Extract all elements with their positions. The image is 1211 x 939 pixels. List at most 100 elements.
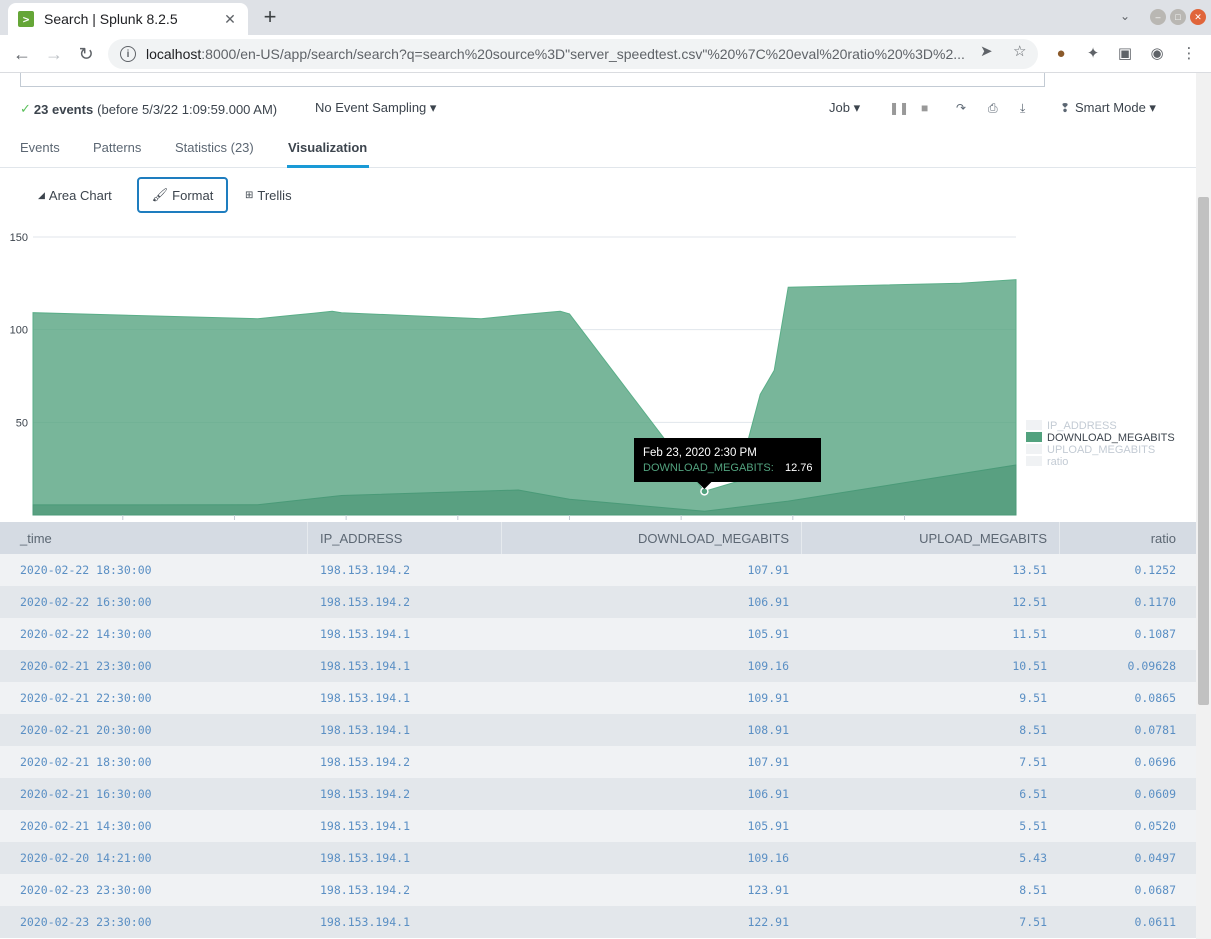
table-row[interactable]: 2020-02-22 18:30:00 198.153.194.2 107.91 13… [0,554,1196,586]
legend-item[interactable]: UPLOAD_MEGABITS [1047,444,1155,456]
share-icon[interactable]: ↷ [956,101,966,115]
cell-ratio[interactable]: 0.1252 [1134,563,1176,577]
stop-icon[interactable]: ■ [921,101,928,115]
new-tab-icon[interactable]: + [258,6,282,30]
area-series-download-megabits[interactable] [32,279,1017,516]
cell-ip[interactable]: 198.153.194.1 [320,851,410,865]
cell-time[interactable]: 2020-02-22 18:30:00 [20,563,152,577]
format-button[interactable]: 🖌︎ Format [137,177,228,213]
site-info-icon[interactable]: i [120,46,136,62]
col-header-upload[interactable]: UPLOAD_MEGABITS [919,531,1047,546]
legend-item[interactable]: DOWNLOAD_MEGABITS [1047,432,1175,444]
cell-download[interactable]: 122.91 [747,915,789,929]
table-row[interactable]: 2020-02-21 22:30:00 198.153.194.1 109.91 9.… [0,682,1196,714]
trellis-button[interactable]: ⊞ Trellis [229,177,308,213]
cell-ratio[interactable]: 0.0781 [1134,723,1176,737]
table-row[interactable]: 2020-02-23 23:30:00 198.153.194.1 122.91 7.… [0,906,1196,938]
browser-menu-icon[interactable]: ⋮ [1179,44,1199,64]
cell-ratio[interactable]: 0.0520 [1134,819,1176,833]
cell-download[interactable]: 109.16 [747,659,789,673]
maximize-icon[interactable]: □ [1170,9,1186,25]
cell-ip[interactable]: 198.153.194.2 [320,883,410,897]
search-bar[interactable] [20,73,1045,87]
cell-ip[interactable]: 198.153.194.1 [320,915,410,929]
cell-ratio[interactable]: 0.0696 [1134,755,1176,769]
cell-upload[interactable]: 5.43 [1019,851,1047,865]
profile-avatar-icon[interactable]: ◉ [1147,44,1167,64]
cell-time[interactable]: 2020-02-21 23:30:00 [20,659,152,673]
table-row[interactable]: 2020-02-21 23:30:00 198.153.194.1 109.16 10… [0,650,1196,682]
tab-events[interactable]: Events [20,140,60,155]
area-chart[interactable]: 1501005012:00 AMFri Feb 21202012:00 PM12… [0,223,1196,582]
scrollbar-thumb[interactable] [1198,197,1209,705]
cell-upload[interactable]: 13.51 [1012,563,1047,577]
cell-upload[interactable]: 7.51 [1019,755,1047,769]
table-row[interactable]: 2020-02-21 16:30:00 198.153.194.2 106.91 6.… [0,778,1196,810]
cell-upload[interactable]: 8.51 [1019,723,1047,737]
table-row[interactable]: 2020-02-20 14:21:00 198.153.194.1 109.16 5.… [0,842,1196,874]
cell-download[interactable]: 109.16 [747,851,789,865]
tab-patterns[interactable]: Patterns [93,140,141,155]
forward-icon[interactable]: → [42,42,66,66]
cell-download[interactable]: 107.91 [747,563,789,577]
tab-statistics[interactable]: Statistics (23) [175,140,254,155]
cell-ip[interactable]: 198.153.194.1 [320,723,410,737]
cell-download[interactable]: 105.91 [747,627,789,641]
cell-ratio[interactable]: 0.0611 [1134,915,1176,929]
col-header-ratio[interactable]: ratio [1151,531,1176,546]
url-text[interactable]: localhost:8000/en-US/app/search/search?q… [146,46,976,62]
cell-ratio[interactable]: 0.1087 [1134,627,1176,641]
table-row[interactable]: 2020-02-22 16:30:00 198.153.194.2 106.91 12… [0,586,1196,618]
cell-upload[interactable]: 12.51 [1012,595,1047,609]
cell-download[interactable]: 108.91 [747,723,789,737]
cell-time[interactable]: 2020-02-21 20:30:00 [20,723,152,737]
legend-item[interactable]: IP_ADDRESS [1047,420,1117,432]
cell-time[interactable]: 2020-02-20 14:21:00 [20,851,152,865]
table-row[interactable]: 2020-02-21 18:30:00 198.153.194.2 107.91 7.… [0,746,1196,778]
cell-download[interactable]: 106.91 [747,787,789,801]
cell-time[interactable]: 2020-02-22 14:30:00 [20,627,152,641]
cell-time[interactable]: 2020-02-21 18:30:00 [20,755,152,769]
table-row[interactable]: 2020-02-21 20:30:00 198.153.194.1 108.91 8.… [0,714,1196,746]
table-row[interactable]: 2020-02-23 23:30:00 198.153.194.2 123.91 8.… [0,874,1196,906]
cell-ratio[interactable]: 0.0497 [1134,851,1176,865]
cell-upload[interactable]: 7.51 [1019,915,1047,929]
cell-ip[interactable]: 198.153.194.2 [320,595,410,609]
job-menu[interactable]: Job ▾ [829,100,860,116]
cell-upload[interactable]: 5.51 [1019,819,1047,833]
search-mode-dropdown[interactable]: Smart Mode ▾ [1075,100,1156,116]
event-sampling-dropdown[interactable]: No Event Sampling ▾ [315,100,436,116]
tab-visualization[interactable]: Visualization [288,140,367,155]
cell-upload[interactable]: 8.51 [1019,883,1047,897]
cell-download[interactable]: 109.91 [747,691,789,705]
cell-download[interactable]: 123.91 [747,883,789,897]
cell-ratio[interactable]: 0.0865 [1134,691,1176,705]
close-window-icon[interactable]: ✕ [1190,9,1206,25]
cell-download[interactable]: 105.91 [747,819,789,833]
send-icon[interactable]: ➤ [980,42,993,60]
cell-ip[interactable]: 198.153.194.1 [320,819,410,833]
cell-time[interactable]: 2020-02-23 23:30:00 [20,883,152,897]
cell-ip[interactable]: 198.153.194.1 [320,627,410,641]
tab-close-icon[interactable]: ✕ [222,11,238,28]
cell-upload[interactable]: 10.51 [1012,659,1047,673]
cell-download[interactable]: 106.91 [747,595,789,609]
minimize-icon[interactable]: – [1150,9,1166,25]
browser-tab[interactable]: > Search | Splunk 8.2.5 ✕ [8,3,248,35]
extensions-puzzle-icon[interactable]: ✦ [1083,44,1103,64]
cell-ratio[interactable]: 0.0687 [1134,883,1176,897]
cell-ratio[interactable]: 0.09628 [1128,659,1176,673]
cell-ip[interactable]: 198.153.194.1 [320,659,410,673]
cell-time[interactable]: 2020-02-21 16:30:00 [20,787,152,801]
cookie-extension-icon[interactable]: ● [1051,44,1071,64]
col-header-download[interactable]: DOWNLOAD_MEGABITS [638,531,789,546]
print-icon[interactable]: ⎙ [988,101,998,116]
pause-icon[interactable]: ❚❚ [889,101,909,115]
reload-icon[interactable]: ↻ [74,42,98,66]
cell-time[interactable]: 2020-02-21 22:30:00 [20,691,152,705]
cell-time[interactable]: 2020-02-23 23:30:00 [20,915,152,929]
legend-item[interactable]: ratio [1047,456,1068,468]
col-header-ip[interactable]: IP_ADDRESS [320,531,402,546]
table-row[interactable]: 2020-02-22 14:30:00 198.153.194.1 105.91 11… [0,618,1196,650]
cell-ip[interactable]: 198.153.194.2 [320,563,410,577]
